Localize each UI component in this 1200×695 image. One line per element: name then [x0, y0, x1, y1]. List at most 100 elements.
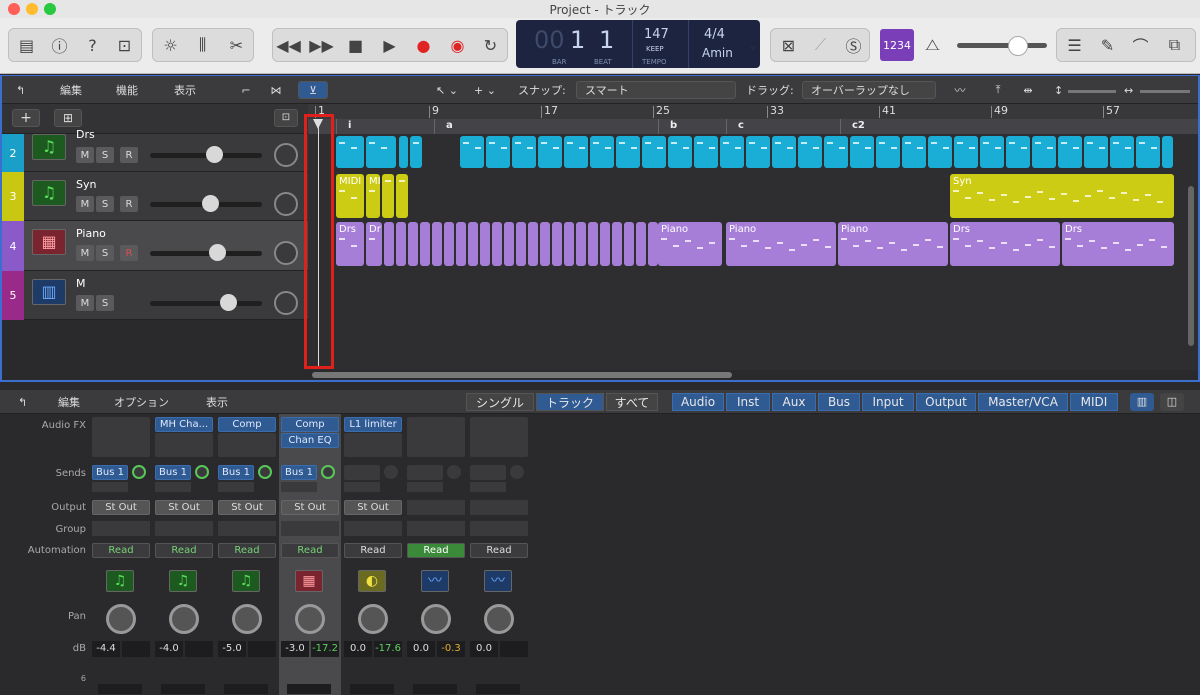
drum-region[interactable]	[1084, 136, 1108, 168]
piano-region[interactable]: Drs	[950, 222, 1060, 266]
volume-fader[interactable]	[150, 301, 262, 306]
piano-region[interactable]	[588, 222, 598, 266]
drum-region[interactable]	[720, 136, 744, 168]
solo-mode-icon[interactable]: Ⓢ	[837, 28, 870, 62]
vertical-zoom-icon[interactable]: ↕	[1054, 81, 1063, 99]
volume-fader-knob[interactable]	[220, 294, 237, 311]
fader-track[interactable]	[161, 684, 205, 694]
send-slot-blank[interactable]	[407, 482, 443, 492]
drum-region[interactable]	[798, 136, 822, 168]
mixer-icon[interactable]: ⫼	[186, 28, 219, 62]
group-slot[interactable]	[281, 521, 339, 536]
drum-region[interactable]	[1006, 136, 1030, 168]
drum-region[interactable]	[1058, 136, 1082, 168]
piano-region[interactable]	[468, 222, 478, 266]
solo-button[interactable]: S	[96, 147, 114, 163]
group-slot[interactable]	[407, 521, 465, 536]
fader-track[interactable]	[413, 684, 457, 694]
synth-region[interactable]: MIDI	[336, 174, 364, 218]
solo-button[interactable]: S	[96, 295, 114, 311]
automation-mode-button[interactable]: Read	[407, 543, 465, 558]
mute-button[interactable]: M	[76, 295, 94, 311]
piano-region[interactable]	[648, 222, 658, 266]
mixer-tab[interactable]: すべて	[606, 393, 658, 411]
mixer-filter-button[interactable]: Bus	[818, 393, 860, 411]
mixer-filter-button[interactable]: Aux	[772, 393, 816, 411]
volume-readout[interactable]: 0.0	[407, 641, 435, 657]
piano-region[interactable]	[624, 222, 634, 266]
horizontal-scrollbar[interactable]	[312, 372, 732, 378]
vertical-fit-icon[interactable]: ⤒	[986, 81, 1010, 99]
track-header[interactable]: 4 ▦ Piano M S R	[2, 221, 308, 271]
output-slot[interactable]: St Out	[344, 500, 402, 515]
audio-fx-slot[interactable]: Comp	[281, 417, 339, 432]
volume-fader[interactable]	[150, 251, 262, 256]
snap-dropdown[interactable]: スマート	[576, 81, 736, 99]
automation-mode-button[interactable]: Read	[218, 543, 276, 558]
metronome-icon[interactable]: ⧍	[916, 28, 949, 62]
drum-region[interactable]	[590, 136, 614, 168]
marker-label[interactable]: i	[348, 120, 351, 131]
pan-knob[interactable]	[295, 604, 325, 634]
track-header[interactable]: 5 ▥ M M S	[2, 271, 308, 320]
mixer-filter-button[interactable]: MIDI	[1070, 393, 1118, 411]
pan-knob[interactable]	[274, 143, 298, 167]
piano-region[interactable]	[396, 222, 406, 266]
piano-region[interactable]	[432, 222, 442, 266]
audio-fx-slot[interactable]: L1 limiter	[344, 417, 402, 432]
audio-fx-slot-empty[interactable]	[470, 417, 528, 457]
piano-region[interactable]	[408, 222, 418, 266]
pan-knob[interactable]	[274, 192, 298, 216]
send-slot-blank[interactable]	[470, 482, 506, 492]
send-slot-blank[interactable]	[218, 482, 254, 492]
fader-track[interactable]	[476, 684, 520, 694]
piano-region[interactable]: Drs	[336, 222, 364, 266]
automation-mode-button[interactable]: Read	[470, 543, 528, 558]
pan-knob[interactable]	[358, 604, 388, 634]
automation-mode-button[interactable]: Read	[344, 543, 402, 558]
drag-dropdown[interactable]: オーバーラップなし	[802, 81, 936, 99]
notepad-icon[interactable]: ✎	[1091, 28, 1124, 62]
fader-track[interactable]	[224, 684, 268, 694]
send-slot-empty[interactable]	[407, 465, 443, 480]
count-in-button[interactable]: 1234	[880, 29, 914, 61]
drum-region[interactable]	[616, 136, 640, 168]
output-slot[interactable]: St Out	[155, 500, 213, 515]
drum-region[interactable]	[1162, 136, 1173, 168]
piano-region[interactable]: Piano	[658, 222, 722, 266]
group-slot[interactable]	[218, 521, 276, 536]
drum-region[interactable]	[460, 136, 484, 168]
audio-fx-slot-empty[interactable]	[92, 417, 150, 457]
pan-knob[interactable]	[169, 604, 199, 634]
mixer-filter-button[interactable]: Output	[916, 393, 976, 411]
piano-region[interactable]	[612, 222, 622, 266]
drum-region[interactable]	[399, 136, 408, 168]
pan-knob[interactable]	[106, 604, 136, 634]
volume-readout[interactable]: -5.0	[218, 641, 246, 657]
piano-region[interactable]	[444, 222, 454, 266]
piano-region[interactable]	[504, 222, 514, 266]
mixer-filter-button[interactable]: Input	[862, 393, 914, 411]
lcd-display[interactable]: 00 1 1 BAR BEAT 147 KEEP TEMPO 4/4 Amin	[516, 20, 760, 68]
record-enable-button[interactable]: R	[120, 196, 138, 212]
mixer-catch-icon[interactable]: ↰	[18, 393, 27, 411]
synth-region[interactable]	[382, 174, 394, 218]
track-name[interactable]: M	[76, 277, 86, 290]
wide-strips-icon[interactable]: ◫	[1160, 393, 1184, 411]
group-slot[interactable]	[155, 521, 213, 536]
solo-button[interactable]: S	[96, 245, 114, 261]
audio-fx-slot-empty[interactable]	[344, 433, 402, 457]
help-icon[interactable]: ?	[76, 28, 109, 62]
drum-region[interactable]	[668, 136, 692, 168]
piano-region[interactable]: Dr	[366, 222, 382, 266]
master-volume-slider[interactable]	[957, 43, 1047, 48]
piano-region[interactable]	[384, 222, 394, 266]
mixer-filter-button[interactable]: Master/VCA	[978, 393, 1068, 411]
marker-label[interactable]: c	[738, 120, 744, 131]
mixer-filter-button[interactable]: Inst	[726, 393, 770, 411]
drum-region[interactable]	[336, 136, 364, 168]
forward-icon[interactable]: ▶▶	[305, 28, 338, 62]
pencil-tool-icon[interactable]: + ⌄	[474, 81, 496, 99]
pan-knob[interactable]	[484, 604, 514, 634]
piano-region[interactable]	[576, 222, 586, 266]
